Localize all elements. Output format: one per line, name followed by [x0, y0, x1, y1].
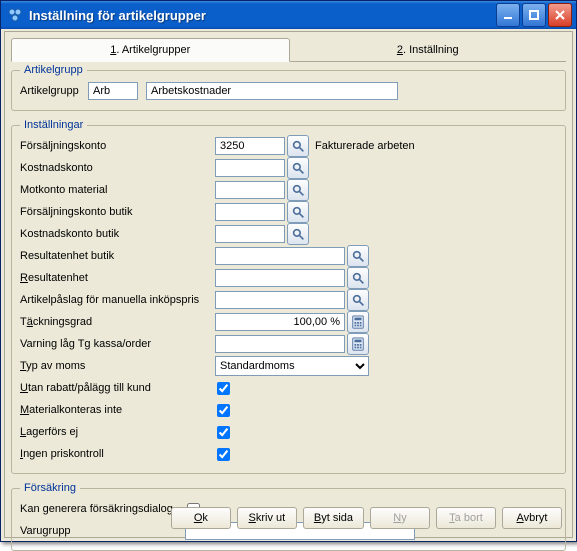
forsaljningskonto-hint: Fakturerade arbeten: [315, 140, 415, 152]
titlebar: Inställning för artikelgrupper: [1, 1, 576, 29]
lagerfor-checkbox[interactable]: [217, 426, 230, 439]
re-input[interactable]: [215, 269, 345, 287]
label-apaslag: Artikelpåslag för manuella inköpspris: [20, 294, 215, 306]
label-varning: Varning låg Tg kassa/order: [20, 338, 215, 350]
fk-butik-lookup-button[interactable]: [287, 201, 309, 223]
label-varugrupp: Varugrupp: [20, 525, 185, 537]
kk-butik-lookup-button[interactable]: [287, 223, 309, 245]
kostnadskonto-input[interactable]: [215, 159, 285, 177]
legend-installningar: Inställningar: [20, 119, 87, 131]
label-ingen-pk: Ingen priskontroll: [20, 448, 215, 460]
label-tackningsgrad: Täckningsgrad: [20, 316, 215, 328]
window-buttons: [496, 3, 572, 27]
main-panel: Artikelgrupp Artikelgrupp Inställningar …: [11, 64, 566, 551]
label-re: Resultatenhet: [20, 272, 215, 284]
artikelgrupp-name-input[interactable]: [146, 82, 398, 100]
label-kk-butik: Kostnadskonto butik: [20, 228, 215, 240]
group-installningar: Inställningar Försäljningskonto Fakturer…: [11, 119, 566, 474]
skriv-ut-button[interactable]: Skriv ut: [237, 507, 297, 529]
label-forsaljningskonto: Försäljningskonto: [20, 140, 215, 152]
forsaljningskonto-lookup-button[interactable]: [287, 135, 309, 157]
kk-butik-input[interactable]: [215, 225, 285, 243]
tab-installning[interactable]: 2. Inställning: [290, 38, 567, 62]
kostnadskonto-lookup-button[interactable]: [287, 157, 309, 179]
apaslag-input[interactable]: [215, 291, 345, 309]
label-motkonto: Motkonto material: [20, 184, 215, 196]
ny-button[interactable]: Ny: [370, 507, 430, 529]
moms-select[interactable]: Standardmoms: [215, 356, 369, 376]
legend-artikelgrupp: Artikelgrupp: [20, 64, 87, 76]
label-kostnadskonto: Kostnadskonto: [20, 162, 215, 174]
app-icon: [7, 7, 23, 23]
label-lagerfor: Lagerförs ej: [20, 426, 215, 438]
re-butik-lookup-button[interactable]: [347, 245, 369, 267]
re-lookup-button[interactable]: [347, 267, 369, 289]
tackningsgrad-input[interactable]: [215, 313, 345, 331]
varning-calc-button[interactable]: [347, 333, 369, 355]
matkont-checkbox[interactable]: [217, 404, 230, 417]
motkonto-lookup-button[interactable]: [287, 179, 309, 201]
button-bar: Ok Skriv ut Byt sida Ny Ta bort Avbryt: [171, 507, 562, 529]
label-matkont: Materialkonteras inte: [20, 404, 215, 416]
label-artikelgrupp: Artikelgrupp: [20, 85, 88, 97]
ta-bort-button[interactable]: Ta bort: [436, 507, 496, 529]
group-artikelgrupp: Artikelgrupp Artikelgrupp: [11, 64, 566, 111]
dialog-window: Inställning för artikelgrupper 1. Artike…: [0, 0, 577, 542]
utan-rabatt-checkbox[interactable]: [217, 382, 230, 395]
maximize-button[interactable]: [522, 3, 546, 27]
ingen-pk-checkbox[interactable]: [217, 448, 230, 461]
label-fk-butik: Försäljningskonto butik: [20, 206, 215, 218]
avbryt-button[interactable]: Avbryt: [502, 507, 562, 529]
window-title: Inställning för artikelgrupper: [29, 8, 496, 23]
tabs: 1. Artikelgrupper 2. Inställning: [11, 38, 566, 62]
motkonto-input[interactable]: [215, 181, 285, 199]
fk-butik-input[interactable]: [215, 203, 285, 221]
label-moms: Typ av moms: [20, 360, 215, 372]
tackningsgrad-calc-button[interactable]: [347, 311, 369, 333]
label-kan-gen: Kan generera försäkringsdialog: [20, 503, 185, 515]
label-re-butik: Resultatenhet butik: [20, 250, 215, 262]
ok-button[interactable]: Ok: [171, 507, 231, 529]
close-button[interactable]: [548, 3, 572, 27]
client-area: 1. Artikelgrupper 2. Inställning Artikel…: [4, 31, 573, 538]
tab-artikelgrupper[interactable]: 1. Artikelgrupper: [11, 38, 290, 62]
re-butik-input[interactable]: [215, 247, 345, 265]
varning-input[interactable]: [215, 335, 345, 353]
label-utan-rabatt: Utan rabatt/pålägg till kund: [20, 382, 215, 394]
legend-forsakring: Försäkring: [20, 482, 80, 494]
apaslag-lookup-button[interactable]: [347, 289, 369, 311]
minimize-button[interactable]: [496, 3, 520, 27]
artikelgrupp-code-input[interactable]: [88, 82, 138, 100]
forsaljningskonto-input[interactable]: [215, 137, 285, 155]
byt-sida-button[interactable]: Byt sida: [303, 507, 364, 529]
